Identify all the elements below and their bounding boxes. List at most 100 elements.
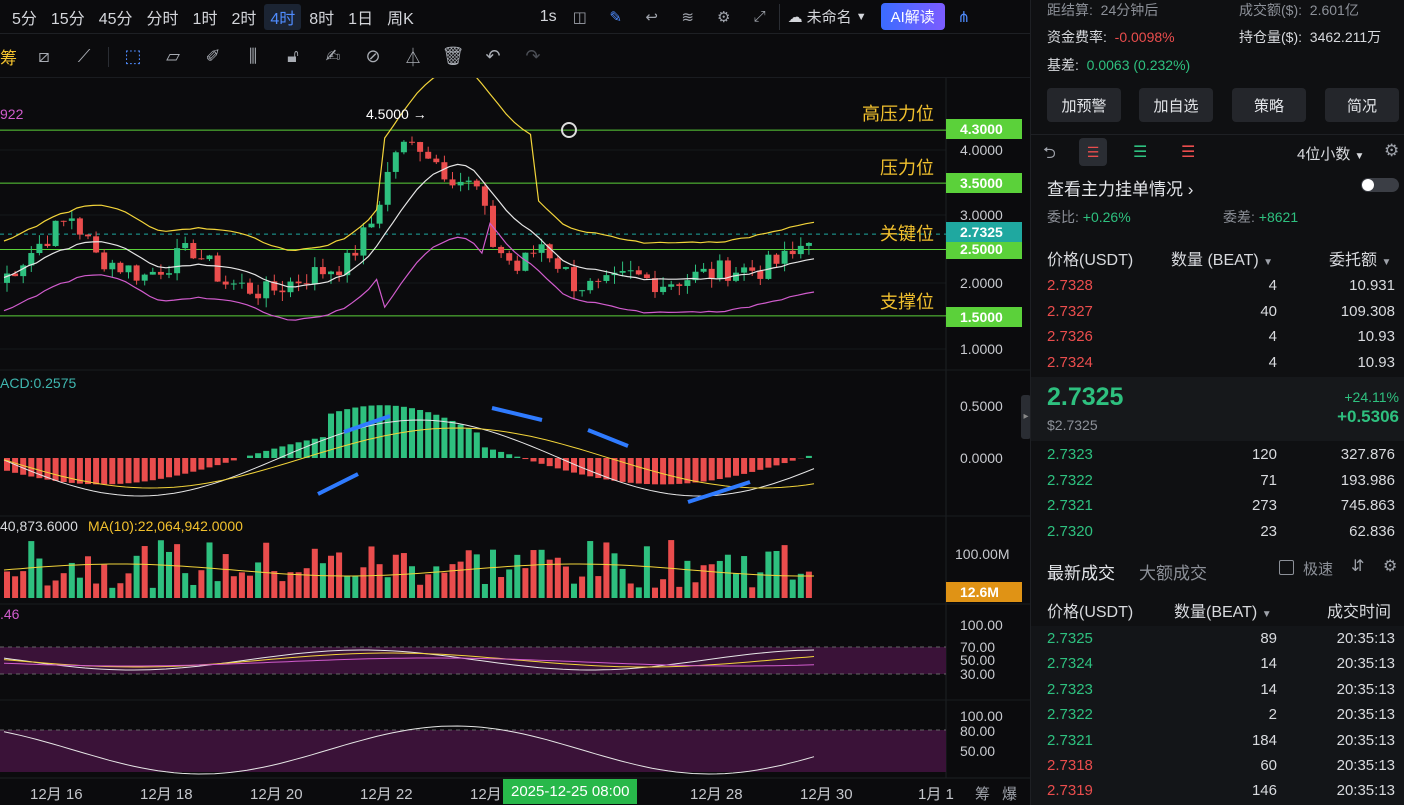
candle-body	[109, 262, 116, 270]
candle-body	[101, 252, 108, 270]
note-icon[interactable]: ✍	[313, 40, 353, 74]
orderbook-row[interactable]: 2.7323 120 327.876	[1047, 446, 1401, 471]
orderbook-row[interactable]: 2.7326 4 10.93	[1047, 328, 1401, 353]
candle-body	[36, 243, 43, 254]
trade-header-qty[interactable]: 数量(BEAT) ▼	[1174, 598, 1272, 622]
timeframe-5[interactable]: 2时	[225, 4, 262, 30]
timeframe-9[interactable]: 周K	[381, 4, 420, 30]
chips-tool[interactable]: 筹	[0, 40, 24, 74]
main-orders-link[interactable]: 查看主力挂单情况 ›	[1047, 175, 1193, 200]
macd-bar	[149, 458, 156, 481]
candle-body	[562, 267, 569, 269]
filter-icon[interactable]: ⏃	[393, 40, 433, 74]
alert-button[interactable]: 加预警	[1047, 88, 1121, 122]
magnet-icon[interactable]: ⊘	[353, 40, 393, 74]
volume-bar	[360, 567, 367, 598]
book-both-icon[interactable]: ☰	[1079, 138, 1107, 166]
macd-bar	[287, 444, 294, 458]
fullscreen-icon[interactable]: ⤢	[747, 4, 773, 30]
decimals-selector[interactable]: 4位小数 ▼	[1297, 143, 1364, 164]
volume-bar	[287, 572, 294, 598]
tab-large-trades[interactable]: 大额成交	[1139, 559, 1207, 584]
volume-bar	[417, 584, 424, 598]
volume-bar	[716, 560, 723, 598]
ai-analysis-button[interactable]: AI解读	[880, 3, 945, 30]
share-icon[interactable]: ⋔	[951, 4, 977, 30]
redo-icon[interactable]: ↷	[513, 40, 553, 74]
reply-icon[interactable]: ↩	[639, 4, 665, 30]
interval-selector[interactable]: 1s	[540, 4, 557, 30]
candle-body	[765, 254, 772, 279]
fast-checkbox[interactable]	[1279, 560, 1294, 575]
macd-axis-high: 0.5000	[960, 398, 1003, 414]
candle-body	[52, 220, 59, 247]
reply-icon[interactable]: ⮌	[1043, 142, 1056, 169]
edit-tool-icon[interactable]: ⧄	[24, 40, 64, 74]
settings-icon[interactable]: ⚙	[1383, 556, 1397, 576]
orderbook-row[interactable]: 2.7324 4 10.93	[1047, 354, 1401, 379]
tab-latest-trades[interactable]: 最新成交	[1047, 559, 1115, 584]
timeframe-3[interactable]: 分时	[141, 4, 185, 30]
collapse-panel-handle[interactable]: ▸	[1021, 395, 1030, 439]
macd-bar	[417, 409, 424, 458]
layout-selector[interactable]: ☁ 未命名 ▼	[788, 6, 867, 27]
trade-time: 20:35:13	[1336, 757, 1395, 774]
overview-button[interactable]: 简况	[1325, 88, 1399, 122]
volume-bar	[400, 553, 407, 598]
liquidation-toggle[interactable]: 爆	[1002, 783, 1017, 804]
orderbook-row[interactable]: 2.7327 40 109.308	[1047, 303, 1401, 328]
cursor-tool-icon[interactable]: ⬚	[113, 40, 153, 74]
brush-icon[interactable]: ✐	[193, 40, 233, 74]
timeframe-2[interactable]: 45分	[93, 4, 139, 30]
ob-header-total[interactable]: 委托额 ▼	[1329, 246, 1391, 270]
orderbook-row[interactable]: 2.7320 23 62.836	[1047, 523, 1401, 548]
undo-icon[interactable]: ↶	[473, 40, 513, 74]
orderbook-row[interactable]: 2.7322 71 193.986	[1047, 472, 1401, 497]
ob-header-qty[interactable]: 数量 (BEAT) ▼	[1171, 246, 1273, 270]
macd-bar	[457, 424, 464, 458]
timeframe-8[interactable]: 1日	[342, 4, 379, 30]
kline-chart[interactable]	[0, 78, 1030, 805]
macd-bar	[465, 428, 472, 458]
pen-icon[interactable]: ✎	[603, 4, 629, 30]
timeframe-0[interactable]: 5分	[6, 4, 43, 30]
chart-area[interactable]: 5分 15分 45分 分时 1时 2时 4时 8时 1日 周K 1s ◫ ✎ ↩ ≋ ⚙ ⤢ ☁ …	[0, 0, 1030, 805]
row-total: 327.876	[1340, 446, 1395, 463]
pattern-icon[interactable]: ⫼	[233, 40, 273, 74]
chips-toggle[interactable]: 筹	[975, 783, 990, 804]
trade-price: 2.7318	[1047, 757, 1093, 774]
watchlist-button[interactable]: 加自选	[1139, 88, 1213, 122]
timeframe-6[interactable]: 4时	[264, 3, 302, 30]
trash-icon[interactable]: 🗑︎	[433, 40, 473, 74]
change-abs: +0.5306	[1337, 407, 1399, 426]
strategy-button[interactable]: 策略	[1232, 88, 1306, 122]
macd-bar	[352, 407, 359, 458]
orderbook-row[interactable]: 2.7328 4 10.931	[1047, 277, 1401, 302]
settings-icon[interactable]: ⚙	[711, 4, 737, 30]
candle-body	[481, 186, 488, 206]
candle-body	[149, 271, 156, 275]
sort-icon[interactable]: ⇵	[1351, 556, 1364, 576]
candle-body	[206, 255, 213, 260]
main-orders-toggle[interactable]	[1361, 178, 1399, 192]
indicator-icon[interactable]: ≋	[675, 4, 701, 30]
timeframe-1[interactable]: 15分	[45, 4, 91, 30]
book-asks-icon[interactable]: ☰	[1181, 142, 1195, 162]
timeframe-7[interactable]: 8时	[303, 4, 340, 30]
lock-icon[interactable]: 🔓︎	[273, 40, 313, 74]
trend-tool-icon[interactable]: ⟋	[64, 40, 104, 74]
volume-bar	[20, 571, 27, 598]
trade-price: 2.7323	[1047, 680, 1093, 698]
level-price-tag: 1.5000	[946, 307, 1022, 327]
candle-body	[635, 270, 642, 275]
book-bids-icon[interactable]: ☰	[1133, 142, 1147, 162]
orderbook-row[interactable]: 2.7321 273 745.863	[1047, 497, 1401, 522]
ruler-icon[interactable]: ▱	[153, 40, 193, 74]
settings-icon[interactable]: ⚙	[1384, 141, 1399, 161]
camera-icon[interactable]: ◫	[567, 4, 593, 30]
volume-bar	[247, 575, 253, 598]
volume-ma-label: MA(10):22,064,942.0000	[88, 518, 243, 534]
timeframe-4[interactable]: 1时	[187, 4, 224, 30]
volume-bar	[579, 576, 586, 598]
trade-qty: 146	[1251, 782, 1277, 800]
